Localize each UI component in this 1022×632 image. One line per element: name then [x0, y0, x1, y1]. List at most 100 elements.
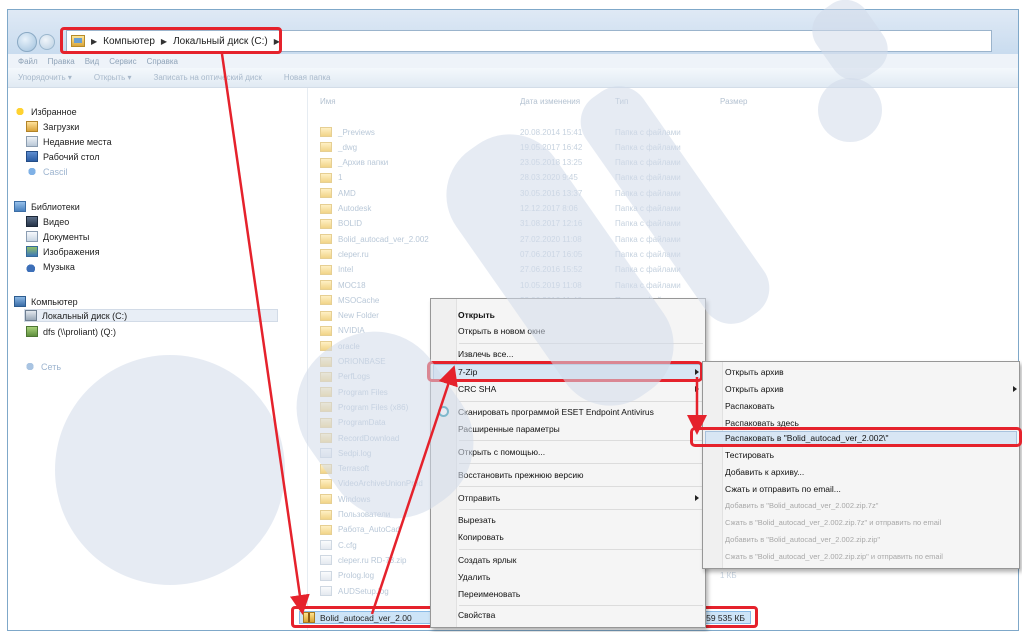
file-row[interactable]: _Previews 20.08.2014 15:41 Папка с файлами: [320, 127, 681, 137]
file-row[interactable]: Terrasoft: [320, 463, 369, 474]
menu-tools[interactable]: Сервис: [109, 57, 136, 66]
file-row[interactable]: Intel 27.06.2016 15:52 Папка с файлами: [320, 264, 681, 275]
nav-computer[interactable]: Компьютер: [14, 296, 78, 307]
file-row[interactable]: _dwg 19.05.2017 16:42 Папка с файлами: [320, 142, 681, 153]
nav-documents[interactable]: Документы: [26, 231, 89, 242]
file-row[interactable]: NVIDIA: [320, 325, 365, 336]
column-date[interactable]: Дата изменения: [520, 97, 580, 106]
file-row[interactable]: Работа_AutoCad: [320, 524, 400, 535]
menu-rename[interactable]: Переименовать: [458, 586, 520, 602]
submenu-add-7z[interactable]: Добавить в "Bolid_autocad_ver_2.002.zip.…: [725, 498, 878, 514]
organize-button[interactable]: Упорядочить ▾: [18, 73, 72, 82]
burn-button[interactable]: Записать на оптический диск: [154, 73, 262, 82]
menu-eset-scan[interactable]: Сканировать программой ESET Endpoint Ant…: [458, 404, 654, 420]
submenu-compress-7z-email[interactable]: Сжать в "Bolid_autocad_ver_2.002.zip.7z"…: [725, 515, 941, 531]
new-folder-button[interactable]: Новая папка: [284, 73, 331, 82]
file-row[interactable]: oracle: [320, 341, 360, 352]
nav-libraries[interactable]: Библиотеки: [14, 201, 80, 212]
submenu-compress-zip-email[interactable]: Сжать в "Bolid_autocad_ver_2.002.zip.zip…: [725, 549, 943, 565]
file-row[interactable]: ORIONBASE: [320, 356, 386, 367]
nav-video[interactable]: Видео: [26, 216, 69, 227]
file-row[interactable]: Program Files (x86): [320, 402, 408, 413]
nav-favorites[interactable]: Избранное: [14, 106, 77, 117]
menu-properties[interactable]: Свойства: [458, 607, 495, 623]
nav-network[interactable]: Сеть: [24, 361, 61, 372]
file-row[interactable]: New Folder: [320, 310, 379, 321]
submenu-compress-email[interactable]: Сжать и отправить по email...: [725, 481, 841, 497]
menu-open-new-window[interactable]: Открыть в новом окне: [458, 323, 545, 339]
nav-label: Изображения: [43, 246, 100, 257]
file-row[interactable]: ProgramData: [320, 417, 386, 428]
file-row[interactable]: Sedpi.log: [320, 448, 371, 459]
submenu-test[interactable]: Тестировать: [725, 447, 774, 463]
column-size[interactable]: Размер: [720, 97, 748, 106]
file-row[interactable]: Program Files: [320, 387, 388, 398]
file-row[interactable]: Autodesk 12.12.2017 8:06 Папка с файлами: [320, 203, 681, 214]
submenu-open-archive-2[interactable]: Открыть архив: [725, 381, 784, 397]
submenu-add-zip[interactable]: Добавить в "Bolid_autocad_ver_2.002.zip.…: [725, 532, 880, 548]
nav-recent[interactable]: Недавние места: [26, 136, 112, 147]
menu-advanced[interactable]: Расширенные параметры: [458, 421, 560, 437]
menu-restore[interactable]: Восстановить прежнюю версию: [458, 467, 584, 483]
nav-desktop[interactable]: Рабочий стол: [26, 151, 100, 162]
menu-delete[interactable]: Удалить: [458, 569, 490, 585]
open-button[interactable]: Открыть ▾: [94, 73, 132, 82]
file-name: MSOCache: [338, 295, 380, 305]
file-row[interactable]: AMD 30.05.2016 13:37 Папка с файлами: [320, 188, 681, 199]
menu-create-shortcut[interactable]: Создать ярлык: [458, 552, 517, 568]
file-type: Папка с файлами: [615, 249, 681, 259]
star-icon: [14, 106, 26, 117]
file-row[interactable]: PerfLogs: [320, 371, 370, 382]
file-row[interactable]: MOC18 10.05.2019 11:08 Папка с файлами: [320, 280, 681, 290]
file-row[interactable]: AUDSetup.log: [320, 586, 389, 596]
column-type[interactable]: Тип: [615, 97, 628, 106]
menu-send-to[interactable]: Отправить: [458, 490, 500, 506]
menu-view[interactable]: Вид: [85, 57, 99, 66]
file-row[interactable]: _Архив папки 23.05.2018 13:25 Папка с файл…: [320, 157, 681, 168]
file-row[interactable]: Windows: [320, 494, 370, 505]
back-button[interactable]: [17, 32, 37, 52]
file-row[interactable]: MSOCache22.06.2016 11:46Папка с файлами: [320, 295, 681, 306]
file-row[interactable]: Bolid_autocad_ver_2.002 27.02.2020 11:08 П…: [320, 234, 681, 245]
network-drive-icon: [26, 326, 38, 337]
file-name: _Previews: [338, 127, 375, 137]
file-row[interactable]: C.cfg: [320, 540, 357, 551]
file-row[interactable]: Prolog.log 1 КБ: [320, 570, 737, 581]
file-name: _dwg: [338, 142, 358, 152]
submenu-extract[interactable]: Распаковать: [725, 398, 775, 414]
file-name: AUDSetup.log: [338, 586, 389, 596]
column-name[interactable]: Имя: [320, 97, 336, 106]
menu-crc-sha[interactable]: CRC SHA: [458, 381, 496, 397]
file-row[interactable]: 1 28.03.2020 9:45 Папка с файлами: [320, 172, 681, 183]
file-date: 23.05.2018 13:25: [520, 158, 583, 168]
menu-cut[interactable]: Вырезать: [458, 512, 496, 528]
file-date: 07.06.2017 16:05: [520, 249, 583, 259]
menu-extract-all[interactable]: Извлечь все...: [458, 346, 513, 362]
submenu-open-archive[interactable]: Открыть архив: [725, 364, 784, 380]
menu-edit[interactable]: Правка: [48, 57, 75, 66]
menu-separator: [459, 605, 703, 606]
file-name: _Архив папки: [338, 158, 389, 168]
file-row[interactable]: cleper.ru 07.06.2017 16:05 Папка с файлами: [320, 249, 681, 260]
file-row[interactable]: RecordDownload: [320, 433, 399, 443]
file-row[interactable]: VideoArchiveUnionProd: [320, 478, 423, 489]
file-icon: [320, 570, 332, 581]
file-row[interactable]: Пользователи: [320, 509, 390, 520]
nav-network-drive[interactable]: dfs (\\proliant) (Q:): [26, 326, 116, 337]
forward-button[interactable]: [39, 34, 55, 50]
submenu-add-to-archive[interactable]: Добавить к архиву...: [725, 464, 804, 480]
nav-music[interactable]: Музыка: [26, 261, 75, 272]
menu-file[interactable]: Файл: [18, 57, 38, 66]
nav-cloud[interactable]: Cascil: [26, 166, 68, 177]
nav-local-disk[interactable]: Локальный диск (C:): [24, 309, 279, 322]
file-row[interactable]: BOLID 31.08.2017 12:16 Папка с файлами: [320, 218, 681, 229]
menu-open[interactable]: Открыть: [458, 307, 495, 323]
menu-open-with[interactable]: Открыть с помощью...: [458, 444, 545, 460]
file-row[interactable]: cleper.ru RD-78.zip59 КБ: [320, 555, 741, 566]
menu-help[interactable]: Справка: [147, 57, 178, 66]
folder-icon: [320, 371, 332, 382]
file-name: Prolog.log: [338, 571, 375, 581]
nav-downloads[interactable]: Загрузки: [26, 121, 79, 132]
nav-images[interactable]: Изображения: [26, 246, 100, 257]
menu-copy[interactable]: Копировать: [458, 529, 504, 545]
